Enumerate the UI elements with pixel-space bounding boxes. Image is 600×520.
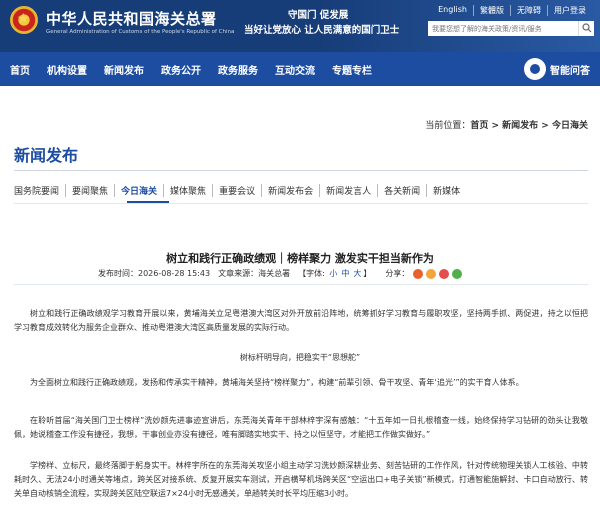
source-value: 海关总署 [258, 269, 291, 278]
breadcrumb-sep: > [488, 121, 503, 131]
tab-meetings[interactable]: 重要会议 [212, 184, 261, 197]
slogan-line-1: 守国门 促发展 [288, 10, 349, 21]
article-paragraph: 学榜样、立标尺，最终落脚于躬身实干。林梓宇所在的东莞海关攻坚小组主动学习洗妙颜深… [14, 461, 588, 498]
tab-local-news[interactable]: 各关新闻 [377, 184, 426, 197]
site-title-en: General Administration of Customs of the… [46, 29, 235, 35]
smart-qa-label: 智能问答 [550, 65, 590, 77]
article-meta: 发布时间：2026-08-28 15:43 文章来源：海关总署 【字体: 小中大… [98, 268, 470, 279]
font-size-end: 】 [363, 269, 372, 278]
share-icons [413, 268, 463, 279]
article-subheading: 树标杆明导向，把稳实干“思想舵” [239, 353, 361, 362]
breadcrumb-prefix: 当前位置： [425, 121, 471, 131]
breadcrumb-home[interactable]: 首页 [470, 121, 488, 131]
publish-value: 2026-08-28 15:43 [138, 269, 211, 278]
robot-icon [524, 58, 546, 80]
source-label: 文章来源： [218, 269, 259, 278]
font-small-button[interactable]: 小 [329, 269, 337, 278]
divider [14, 284, 588, 285]
search-icon [582, 23, 592, 33]
article-paragraph: 为全面树立和践行正确政绩观，发扬和传承实干精神，黄埔海关坚持“榜样聚力”，构建“… [30, 378, 524, 387]
breadcrumb-section[interactable]: 新闻发布 [502, 121, 538, 131]
site-header: ★ 中华人民共和国海关总署 General Administration of … [0, 0, 600, 52]
sub-tabs: 国务院要闻 要闻聚焦 今日海关 媒体聚焦 重要会议 新闻发布会 新闻发言人 各关… [14, 184, 466, 197]
article-paragraph: 树立和践行正确政绩观学习教育开展以来，黄埔海关立足粤港澳大湾区对外开放前沿阵地，… [14, 309, 588, 332]
breadcrumb-current[interactable]: 今日海关 [552, 121, 588, 131]
smart-qa-button[interactable]: 智能问答 [524, 58, 590, 80]
tab-media[interactable]: 媒体聚焦 [163, 184, 212, 197]
search-input[interactable] [428, 21, 578, 36]
publish-label: 发布时间： [98, 269, 138, 278]
divider [14, 170, 588, 171]
top-links: English 繁體版 无障碍 用户登录 [432, 5, 592, 16]
slogan-line-2: 当好让党放心 让人民满意的国门卫士 [244, 25, 400, 36]
nav-gov-service[interactable]: 政务服务 [218, 62, 258, 77]
share-weibo-icon[interactable] [413, 268, 424, 279]
tab-spokesperson[interactable]: 新闻发言人 [319, 184, 377, 197]
publish-time: 发布时间：2026-08-28 15:43 [98, 268, 210, 279]
article-source: 文章来源：海关总署 [218, 268, 290, 279]
nav-org[interactable]: 机构设置 [47, 62, 87, 77]
tab-focus[interactable]: 要闻聚焦 [65, 184, 114, 197]
font-size-label: 【字体: [298, 269, 325, 278]
article-title: 树立和践行正确政绩观｜榜样聚力 激发实干担当新作为 [166, 252, 434, 265]
main-nav: 首页 机构设置 新闻发布 政务公开 政务服务 互动交流 专题专栏 智能问答 [0, 52, 600, 86]
nav-home[interactable]: 首页 [10, 62, 30, 77]
nav-news[interactable]: 新闻发布 [104, 62, 144, 77]
breadcrumb-sep: > [538, 121, 552, 131]
search-button[interactable] [578, 21, 594, 36]
section-title: 新闻发布 [14, 146, 79, 165]
article-paragraph: 在聆听首届“海关国门卫士榜样”洗妙颜先进事迹宣讲后，东莞海关青年干部林梓宇深有感… [14, 416, 588, 439]
divider [14, 203, 588, 204]
share-qzone-icon[interactable] [426, 268, 437, 279]
tab-today-customs[interactable]: 今日海关 [114, 184, 163, 197]
font-large-button[interactable]: 大 [353, 269, 361, 278]
share-wechat-icon[interactable] [452, 268, 463, 279]
national-emblem-icon[interactable]: ★ [10, 6, 38, 34]
tab-press-conf[interactable]: 新闻发布会 [261, 184, 319, 197]
nav-gov-open[interactable]: 政务公开 [161, 62, 201, 77]
link-accessibility[interactable]: 无障碍 [510, 5, 547, 16]
site-title[interactable]: 中华人民共和国海关总署 [46, 8, 217, 29]
link-login[interactable]: 用户登录 [547, 5, 592, 16]
nav-topics[interactable]: 专题专栏 [332, 62, 372, 77]
share-weibo-alt-icon[interactable] [439, 268, 450, 279]
breadcrumb: 当前位置：首页 > 新闻发布 > 今日海关 [425, 118, 588, 131]
tab-new-media[interactable]: 新媒体 [426, 184, 466, 197]
font-size-control: 【字体: 小中大】 [298, 268, 371, 279]
link-english[interactable]: English [432, 5, 473, 16]
nav-interaction[interactable]: 互动交流 [275, 62, 315, 77]
link-traditional[interactable]: 繁體版 [473, 5, 510, 16]
font-mid-button[interactable]: 中 [341, 269, 349, 278]
tab-state-council[interactable]: 国务院要闻 [14, 184, 65, 197]
share-label: 分享： [385, 269, 410, 278]
